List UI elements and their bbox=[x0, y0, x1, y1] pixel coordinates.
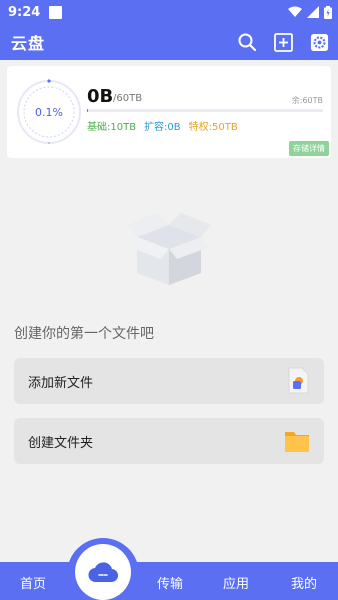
gear-icon bbox=[310, 33, 328, 51]
page-title: 云盘 bbox=[11, 34, 46, 53]
usage-progress-bar bbox=[87, 109, 323, 112]
nav-mine[interactable]: 我的 bbox=[291, 573, 317, 592]
search-icon bbox=[238, 33, 257, 52]
nav-apps[interactable]: 应用 bbox=[223, 573, 249, 592]
add-file-icon bbox=[288, 367, 309, 394]
base-storage: 基础:10TB bbox=[87, 122, 137, 133]
storage-card[interactable]: 0.1% 0B /60TB 余:60TB 基础:10TB 扩容:0B 特权:50… bbox=[7, 66, 331, 158]
battery-icon bbox=[324, 5, 332, 19]
bottom-nav: 首页 传输 应用 我的 bbox=[0, 562, 338, 600]
storage-details-button[interactable]: 存储详情 bbox=[289, 141, 329, 156]
folder-icon bbox=[285, 432, 309, 452]
expansion-storage: 扩容:0B bbox=[144, 122, 181, 133]
status-time: 9:24 bbox=[8, 4, 41, 20]
plus-square-icon bbox=[273, 32, 293, 52]
create-folder-label: 创建文件夹 bbox=[28, 435, 94, 451]
add-button[interactable] bbox=[272, 31, 294, 53]
empty-box-icon bbox=[127, 213, 211, 285]
cloud-icon bbox=[88, 562, 118, 583]
status-bar: 9:24 bbox=[0, 0, 338, 24]
settings-button[interactable] bbox=[308, 31, 330, 53]
remaining-storage: 余:60TB bbox=[291, 96, 323, 105]
add-new-file-button[interactable]: 添加新文件 bbox=[14, 358, 324, 404]
search-button[interactable] bbox=[236, 31, 258, 53]
notification-icon bbox=[49, 5, 63, 19]
usage-progress-fill bbox=[87, 109, 89, 112]
add-new-file-label: 添加新文件 bbox=[28, 375, 94, 391]
used-storage: 0B bbox=[87, 86, 114, 107]
total-storage: /60TB bbox=[113, 93, 143, 104]
storage-breakdown: 基础:10TB 扩容:0B 特权:50TB bbox=[87, 118, 238, 133]
privilege-storage: 特权:50TB bbox=[188, 122, 238, 133]
nav-home[interactable]: 首页 bbox=[20, 573, 46, 592]
create-folder-button[interactable]: 创建文件夹 bbox=[14, 418, 324, 464]
app-bar: 云盘 bbox=[0, 24, 338, 60]
usage-percent: 0.1% bbox=[35, 105, 63, 119]
wifi-icon bbox=[288, 6, 302, 17]
nav-transfer[interactable]: 传输 bbox=[157, 573, 183, 592]
signal-icon bbox=[307, 6, 319, 18]
empty-state-hint: 创建你的第一个文件吧 bbox=[14, 326, 154, 342]
cloud-button[interactable] bbox=[75, 544, 131, 600]
